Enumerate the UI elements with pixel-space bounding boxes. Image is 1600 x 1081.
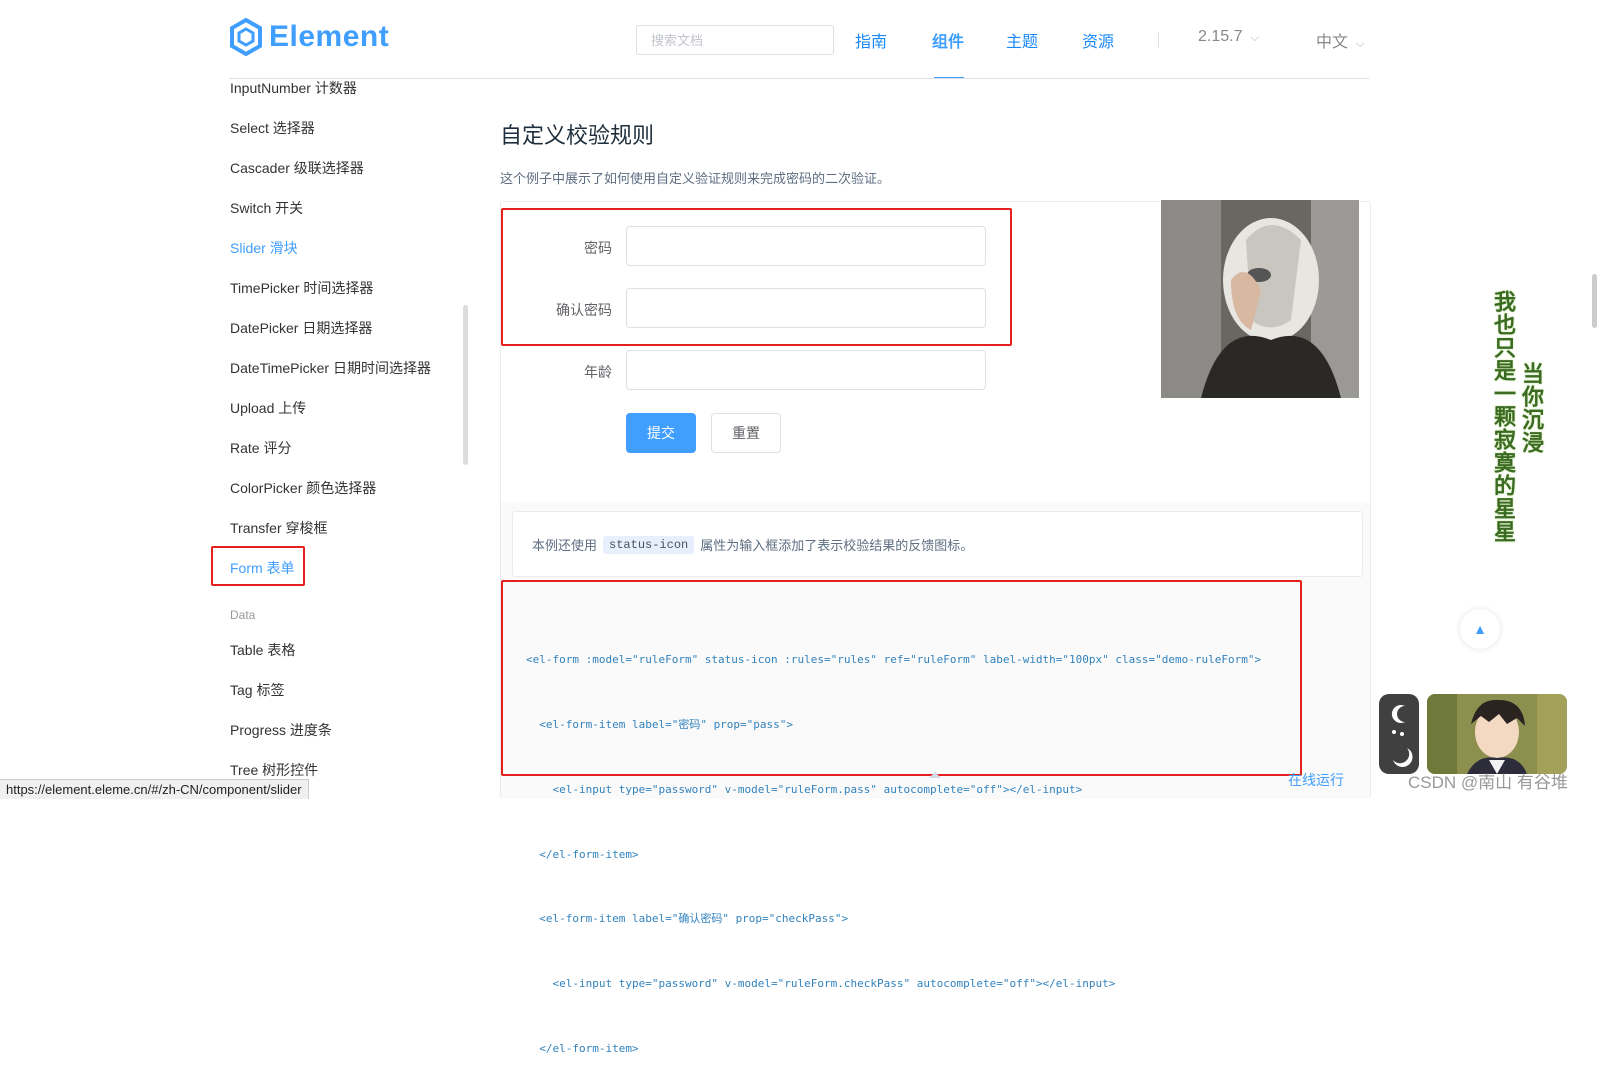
sidebar-item-colorpicker[interactable]: ColorPicker 颜色选择器 — [230, 478, 376, 498]
sidebar-item-datepicker[interactable]: DatePicker 日期选择器 — [230, 318, 372, 338]
sidebar-item-transfer[interactable]: Transfer 穿梭框 — [230, 518, 328, 538]
sidebar-item-upload[interactable]: Upload 上传 — [230, 398, 306, 418]
chevron-down-icon: ⌵ — [1250, 32, 1259, 44]
submit-button[interactable]: 提交 — [626, 413, 696, 453]
back-to-top-button[interactable]: ▲ — [1460, 609, 1500, 649]
sidebar-item-progress[interactable]: Progress 进度条 — [230, 720, 332, 740]
sidebar-item-tag[interactable]: Tag 标签 — [230, 680, 284, 700]
section-description: 这个例子中展示了如何使用自定义验证规则来完成密码的二次验证。 — [500, 171, 891, 186]
element-hexagon-icon — [230, 18, 262, 56]
chevron-down-icon: ⌵ — [1356, 38, 1365, 50]
moon-icon — [1391, 705, 1413, 767]
anime-avatar-widget[interactable] — [1427, 694, 1567, 774]
version-value: 2.15.7 — [1198, 28, 1243, 45]
video-thumbnail-image — [1161, 200, 1359, 398]
code-line: </el-form-item> — [526, 1041, 639, 1055]
nav-divider — [1158, 32, 1159, 48]
age-label: 年龄 — [584, 364, 612, 380]
sidebar-item-select[interactable]: Select 选择器 — [230, 118, 315, 138]
code-line: </el-form-item> — [526, 847, 639, 861]
annotation-box-password — [501, 208, 1012, 346]
nav-component[interactable]: 组件 — [932, 28, 964, 52]
sidebar-scrollbar[interactable] — [463, 305, 468, 465]
run-online-link[interactable]: 在线运行 — [1288, 770, 1344, 790]
annotation-box-code — [501, 580, 1302, 776]
code-line: <el-input type="password" v-model="ruleF… — [526, 782, 1083, 796]
caret-up-icon[interactable] — [929, 772, 941, 778]
sidebar-item-switch[interactable]: Switch 开关 — [230, 198, 303, 218]
search-input[interactable] — [636, 25, 834, 55]
sidebar-item-timepicker[interactable]: TimePicker 时间选择器 — [230, 278, 373, 298]
code-line: <el-form-item label="确认密码" prop="checkPa… — [526, 912, 849, 926]
meta-code: status-icon — [603, 535, 695, 554]
nav-guide[interactable]: 指南 — [855, 28, 887, 52]
demo-description: 本例还使用 status-icon 属性为输入框添加了表示校验结果的反馈图标。 — [532, 535, 973, 554]
nav-resource[interactable]: 资源 — [1082, 28, 1114, 52]
sidebar-item-cascader[interactable]: Cascader 级联选择器 — [230, 158, 364, 178]
sidebar-item-tree[interactable]: Tree 树形控件 — [230, 760, 318, 780]
version-select[interactable]: 2.15.7 ⌵ — [1198, 28, 1259, 46]
meta-text-after: 属性为输入框添加了表示校验结果的反馈图标。 — [700, 538, 974, 553]
sidebar-group-data: Data — [230, 608, 256, 622]
floating-video-thumbnail[interactable] — [1161, 200, 1359, 398]
triangle-up-icon: ▲ — [1473, 621, 1487, 637]
anime-character-image — [1427, 694, 1567, 774]
language-value: 中文 — [1316, 34, 1349, 51]
nav-theme[interactable]: 主题 — [1006, 28, 1038, 52]
header-divider — [229, 78, 1369, 79]
age-field[interactable] — [626, 350, 986, 390]
floating-toolbar[interactable] — [1379, 694, 1419, 774]
sidebar-item-slider[interactable]: Slider 滑块 — [230, 238, 298, 258]
top-header: Element 指南 组件 主题 资源 2.15.7 ⌵ 中文 ⌵ — [0, 0, 1600, 80]
annotation-box-form — [211, 546, 305, 586]
meta-text-before: 本例还使用 — [532, 538, 598, 553]
status-bar-url: https://element.eleme.cn/#/zh-CN/compone… — [0, 779, 309, 799]
logo-text: Element — [269, 20, 390, 53]
section-title: 自定义校验规则 — [500, 123, 655, 148]
logo[interactable]: Element — [229, 18, 389, 56]
page-scrollbar[interactable] — [1592, 274, 1597, 328]
sidebar-item-rate[interactable]: Rate 评分 — [230, 438, 291, 458]
language-select[interactable]: 中文 ⌵ — [1316, 28, 1364, 52]
sidebar-item-table[interactable]: Table 表格 — [230, 640, 295, 660]
code-line: <el-input type="password" v-model="ruleF… — [526, 977, 1116, 991]
vertical-lyric-2: 当你沉浸 — [1519, 362, 1544, 454]
reset-button[interactable]: 重置 — [711, 413, 781, 453]
sidebar-item-datetimepicker[interactable]: DateTimePicker 日期时间选择器 — [230, 358, 431, 378]
csdn-watermark: CSDN @南山 有谷堆 — [1408, 773, 1568, 792]
sidebar-item-inputnumber[interactable]: InputNumber 计数器 — [230, 78, 357, 98]
